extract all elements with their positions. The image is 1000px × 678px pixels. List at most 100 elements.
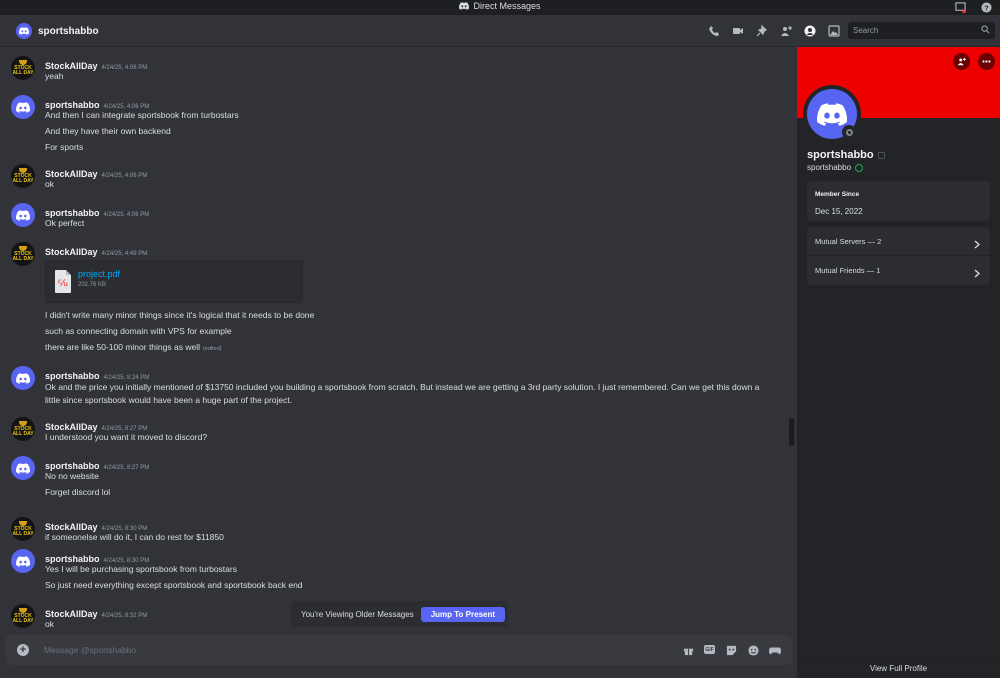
video-call-icon[interactable] [731, 24, 744, 37]
older-messages-bar: You're Viewing Older Messages Jump To Pr… [291, 601, 508, 627]
message-author[interactable]: sportshabbo [45, 461, 100, 471]
mutual-friends-row[interactable]: Mutual Friends — 1 [807, 256, 990, 284]
hypesquad-badge-icon[interactable] [855, 163, 864, 172]
author-avatar[interactable] [11, 203, 35, 227]
add-friend-button[interactable] [953, 53, 970, 70]
user-profile-panel: sportshabbo sportshabbo Member Since Dec… [797, 47, 1000, 678]
message-author[interactable]: sportshabbo [45, 371, 100, 381]
mutual-servers-row[interactable]: Mutual Servers — 2 [807, 227, 990, 256]
sticker-icon[interactable] [725, 644, 737, 656]
avatar-text-2: ALL DAY [12, 618, 34, 624]
profile-display-name: sportshabbo [807, 149, 885, 161]
chevron-right-icon [974, 236, 980, 254]
message-input[interactable]: Message @sportshabbo [44, 645, 136, 655]
emoji-icon[interactable] [747, 644, 759, 656]
mutuals-card: Mutual Servers — 2 Mutual Friends — 1 [807, 227, 990, 285]
message-author[interactable]: sportshabbo [45, 208, 100, 218]
message-text: I understood you want it moved to discor… [45, 432, 208, 442]
more-options-button[interactable] [978, 53, 995, 70]
message-timestamp: 4/24/25, 8:27 PM [103, 465, 150, 471]
gif-icon[interactable]: GIF [704, 645, 715, 654]
voice-call-icon[interactable] [707, 24, 720, 37]
avatar-text-2: ALL DAY [12, 531, 34, 537]
member-since-card: Member Since Dec 15, 2022 [807, 181, 990, 221]
search-icon [981, 25, 990, 36]
message-text: And then I can integrate sportsbook from… [45, 110, 239, 120]
offline-status-icon [842, 125, 856, 139]
author-avatar[interactable] [11, 549, 35, 573]
message-text: And they have their own backend [45, 126, 171, 136]
recipient-name: sportshabbo [38, 25, 99, 37]
message-author[interactable]: StockAllDay [45, 61, 98, 71]
message-author[interactable]: StockAllDay [45, 609, 98, 619]
dm-header: sportshabbo Search [0, 15, 1000, 47]
message-text: So just need everything except sportsboo… [45, 580, 303, 590]
message-text: I didn't write many minor things since i… [45, 310, 315, 320]
message-author[interactable]: StockAllDay [45, 422, 98, 432]
title-bar: Direct Messages ? [0, 0, 1000, 15]
avatar-text-2: ALL DAY [12, 70, 34, 76]
avatar-text-2: ALL DAY [12, 256, 34, 262]
message-author[interactable]: sportshabbo [45, 554, 100, 564]
attachment-filename[interactable]: project.pdf [78, 269, 120, 279]
message-header: StockAllDay 4/24/25, 4:49 PM [45, 242, 147, 260]
view-full-profile-button[interactable]: View Full Profile [797, 657, 1000, 678]
user-profile-icon[interactable] [803, 24, 816, 37]
scrollbar-thumb[interactable] [789, 418, 794, 446]
message-timestamp: 4/24/25, 8:32 PM [101, 613, 148, 619]
gift-icon[interactable] [682, 644, 694, 656]
author-avatar[interactable] [11, 456, 35, 480]
author-avatar[interactable]: STOCK ALL DAY [11, 417, 35, 441]
message-list[interactable]: STOCK ALL DAY StockAllDay 4/24/25, 4:06 PM y… [0, 48, 797, 630]
window-title: Direct Messages [0, 1, 1000, 12]
message-text: there are like 50-100 minor things as we… [45, 342, 222, 352]
help-icon[interactable]: ? [980, 1, 992, 13]
discord-logo-icon [459, 1, 470, 12]
message-text: Forget discord lol [45, 487, 111, 497]
author-avatar[interactable] [11, 95, 35, 119]
message-timestamp: 4/24/25, 4:06 PM [103, 212, 150, 218]
message-timestamp: 4/24/25, 4:06 PM [101, 65, 148, 71]
message-text: if someonelse will do it, I can do rest … [45, 532, 224, 542]
author-avatar[interactable]: STOCK ALL DAY [11, 604, 35, 628]
message-text: No no website [45, 471, 99, 481]
message-header: StockAllDay 4/24/25, 4:06 PM [45, 164, 147, 182]
author-avatar[interactable]: STOCK ALL DAY [11, 242, 35, 266]
add-friends-to-dm-icon[interactable] [779, 24, 792, 37]
window-title-text: Direct Messages [473, 1, 541, 11]
author-avatar[interactable]: STOCK ALL DAY [11, 164, 35, 188]
message-timestamp: 4/24/25, 4:49 PM [101, 251, 148, 257]
recipient-avatar[interactable] [16, 23, 32, 39]
older-messages-text: You're Viewing Older Messages [301, 609, 414, 619]
upload-plus-icon[interactable]: + [17, 644, 29, 656]
search-input[interactable]: Search [848, 22, 995, 39]
message-text: For sports [45, 142, 84, 152]
author-avatar[interactable]: STOCK ALL DAY [11, 517, 35, 541]
message-header: StockAllDay 4/24/25, 8:32 PM [45, 604, 147, 622]
name-tag-icon [877, 151, 885, 159]
member-since-label: Member Since [815, 191, 860, 198]
mutual-friends-label: Mutual Friends — 1 [815, 266, 881, 275]
message-author[interactable]: StockAllDay [45, 247, 98, 257]
message-text: yeah [45, 71, 64, 81]
attachment-size: 202.76 KB [78, 282, 107, 288]
member-since-date: Dec 15, 2022 [815, 207, 863, 216]
author-avatar[interactable]: STOCK ALL DAY [11, 56, 35, 80]
mutual-servers-label: Mutual Servers — 2 [815, 237, 882, 246]
message-author[interactable]: StockAllDay [45, 169, 98, 179]
message-text: such as connecting domain with VPS for e… [45, 326, 232, 336]
inbox-icon[interactable] [954, 1, 966, 13]
media-icon[interactable] [827, 24, 840, 37]
activities-icon[interactable] [769, 644, 781, 656]
avatar-text-2: ALL DAY [12, 431, 34, 437]
message-text: Ok perfect [45, 218, 85, 228]
svg-text:?: ? [984, 3, 989, 12]
author-avatar[interactable] [11, 366, 35, 390]
message-composer[interactable]: + Message @sportshabbo GIF [6, 635, 792, 665]
dm-recipient[interactable]: sportshabbo [16, 23, 99, 39]
message-author[interactable]: StockAllDay [45, 522, 98, 532]
pin-icon[interactable] [755, 24, 768, 37]
message-author[interactable]: sportshabbo [45, 100, 100, 110]
file-attachment[interactable]: ℆ project.pdf 202.76 KB [45, 260, 303, 303]
jump-to-present-button[interactable]: Jump To Present [420, 606, 506, 622]
